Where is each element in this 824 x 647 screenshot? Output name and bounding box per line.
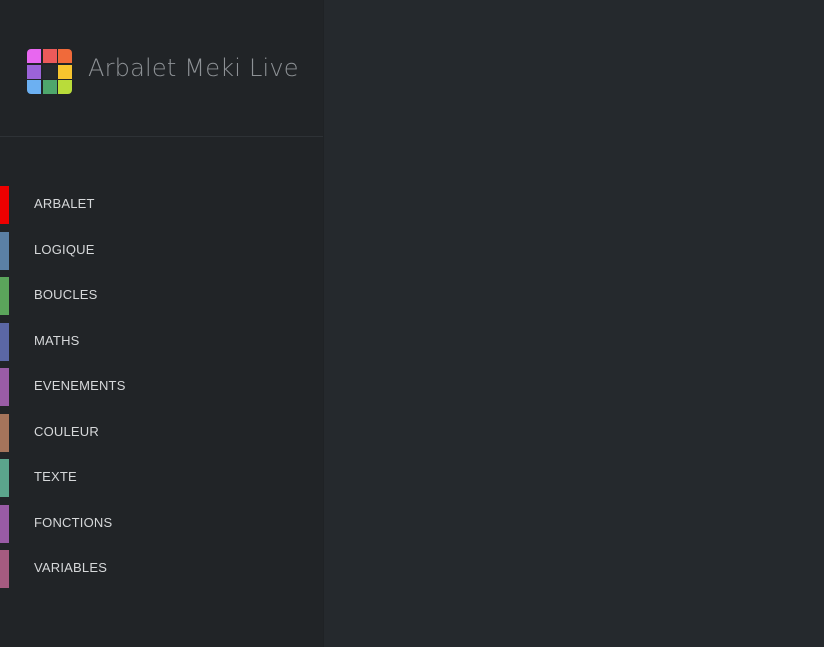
menu-item-label: TEXTE — [34, 469, 77, 484]
menu-item-boucles[interactable]: BOUCLES — [0, 275, 323, 321]
logo-tile — [58, 49, 72, 63]
app-title: Arbalet Meki Live — [88, 54, 299, 82]
logo-tile — [27, 80, 41, 94]
category-color-bar — [0, 368, 9, 406]
app-logo-icon — [27, 49, 72, 95]
category-color-bar — [0, 459, 9, 497]
logo-tile — [58, 64, 72, 79]
menu-item-label: LOGIQUE — [34, 241, 95, 257]
category-color-bar — [0, 186, 9, 224]
category-menu: ARBALET LOGIQUE BOUCLES MATHS EVENEMENTS… — [0, 184, 323, 594]
category-color-bar — [0, 322, 9, 361]
category-color-bar — [0, 413, 9, 452]
menu-item-label: VARIABLES — [34, 560, 108, 575]
menu-item-fonctions[interactable]: FONCTIONS — [0, 503, 323, 549]
category-color-bar — [0, 231, 9, 270]
menu-item-label: BOUCLES — [34, 287, 98, 302]
app-window: Arbalet Meki Live ARBALET LOGIQUE BOUCLE… — [0, 0, 824, 647]
menu-item-evenements[interactable]: EVENEMENTS — [0, 366, 323, 412]
sidebar: Arbalet Meki Live ARBALET LOGIQUE BOUCLE… — [0, 0, 324, 647]
menu-item-label: ARBALET — [34, 196, 95, 211]
logo-tile — [42, 80, 57, 94]
blocks-workspace[interactable] — [324, 0, 824, 647]
menu-item-label: EVENEMENTS — [34, 378, 126, 393]
menu-item-label: FONCTIONS — [34, 514, 113, 530]
menu-item-label: MATHS — [34, 332, 80, 348]
category-color-bar — [0, 277, 9, 315]
menu-item-arbalet[interactable]: ARBALET — [0, 184, 323, 230]
menu-item-maths[interactable]: MATHS — [0, 321, 323, 367]
menu-item-couleur[interactable]: COULEUR — [0, 412, 323, 458]
category-color-bar — [0, 504, 9, 543]
menu-item-variables[interactable]: VARIABLES — [0, 548, 323, 594]
menu-item-texte[interactable]: TEXTE — [0, 457, 323, 503]
menu-item-label: COULEUR — [34, 423, 99, 439]
brand-header: Arbalet Meki Live — [0, 0, 323, 137]
logo-tile — [42, 64, 57, 79]
logo-tile — [42, 49, 57, 63]
category-color-bar — [0, 550, 9, 588]
logo-tile — [27, 64, 41, 79]
logo-tile — [27, 49, 41, 63]
menu-item-logique[interactable]: LOGIQUE — [0, 230, 323, 276]
logo-tile — [58, 80, 72, 94]
